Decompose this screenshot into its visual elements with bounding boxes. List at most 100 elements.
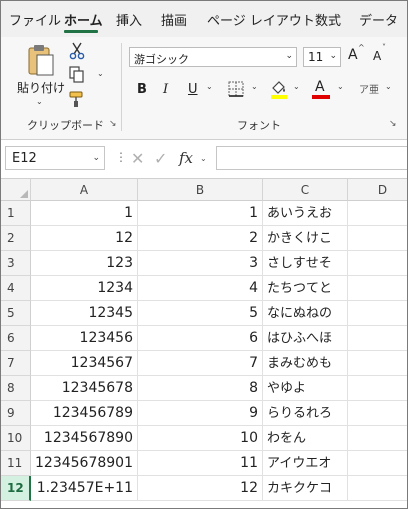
name-box[interactable]: E12 ⌄ xyxy=(5,146,105,170)
select-all-button[interactable] xyxy=(1,179,31,201)
more-options-icon[interactable]: ⋮ xyxy=(115,150,127,164)
cell-a[interactable]: 1 xyxy=(31,201,138,226)
cell-d[interactable] xyxy=(348,351,407,376)
cell-c[interactable]: やゆよ xyxy=(263,376,348,401)
cell-b[interactable]: 8 xyxy=(138,376,263,401)
cell-c[interactable]: まみむめも xyxy=(263,351,348,376)
cell-b[interactable]: 4 xyxy=(138,276,263,301)
cell-b[interactable]: 12 xyxy=(138,476,263,501)
row-header[interactable]: 8 xyxy=(1,376,31,401)
cell-c[interactable]: たちつてと xyxy=(263,276,348,301)
row-header[interactable]: 2 xyxy=(1,226,31,251)
cell-b[interactable]: 11 xyxy=(138,451,263,476)
cell-b[interactable]: 7 xyxy=(138,351,263,376)
column-header-c[interactable]: C xyxy=(263,179,348,201)
cell-a[interactable]: 12345678 xyxy=(31,376,138,401)
column-header-a[interactable]: A xyxy=(31,179,138,201)
cell-b[interactable]: 6 xyxy=(138,326,263,351)
cell-a[interactable]: 12 xyxy=(31,226,138,251)
formula-input[interactable] xyxy=(216,146,407,170)
copy-dropdown-icon[interactable]: ⌄ xyxy=(97,69,104,78)
cell-c[interactable]: はひふへほ xyxy=(263,326,348,351)
font-size-select[interactable]: 11 ⌄ xyxy=(303,47,341,67)
row-header[interactable]: 3 xyxy=(1,251,31,276)
tab-data[interactable]: データ xyxy=(359,10,398,29)
borders-dropdown-icon[interactable]: ⌄ xyxy=(251,82,258,91)
italic-button[interactable]: I xyxy=(163,82,168,97)
paste-button[interactable] xyxy=(23,43,57,77)
shrink-font-button[interactable]: A xyxy=(373,49,381,63)
column-header-d[interactable]: D xyxy=(348,179,407,201)
grow-font-button[interactable]: A xyxy=(348,47,358,63)
cell-b[interactable]: 10 xyxy=(138,426,263,451)
font-launcher-icon[interactable]: ↘ xyxy=(389,119,397,129)
cell-b[interactable]: 1 xyxy=(138,201,263,226)
cell-a[interactable]: 1234 xyxy=(31,276,138,301)
clipboard-launcher-icon[interactable]: ↘ xyxy=(109,119,117,129)
cut-button[interactable] xyxy=(67,41,87,61)
cell-c[interactable]: わをん xyxy=(263,426,348,451)
cell-a[interactable]: 123456 xyxy=(31,326,138,351)
column-header-b[interactable]: B xyxy=(138,179,263,201)
fill-color-button[interactable] xyxy=(269,79,289,99)
cell-b[interactable]: 5 xyxy=(138,301,263,326)
paste-dropdown-icon[interactable]: ⌄ xyxy=(36,97,43,106)
cell-c[interactable]: なにぬねの xyxy=(263,301,348,326)
phonetic-dropdown-icon[interactable]: ⌄ xyxy=(385,82,392,91)
cancel-icon[interactable]: ✕ xyxy=(131,149,144,168)
row-header[interactable]: 5 xyxy=(1,301,31,326)
insert-function-button[interactable]: fx xyxy=(179,149,193,167)
underline-dropdown-icon[interactable]: ⌄ xyxy=(206,82,213,91)
cell-c[interactable]: らりるれろ xyxy=(263,401,348,426)
row-header[interactable]: 9 xyxy=(1,401,31,426)
tab-insert[interactable]: 挿入 xyxy=(116,10,142,29)
cell-d[interactable] xyxy=(348,276,407,301)
fill-color-dropdown-icon[interactable]: ⌄ xyxy=(293,82,300,91)
row-header[interactable]: 4 xyxy=(1,276,31,301)
cell-d[interactable] xyxy=(348,401,407,426)
tab-formulas[interactable]: 数式 xyxy=(315,10,341,29)
cell-b[interactable]: 3 xyxy=(138,251,263,276)
cell-b[interactable]: 2 xyxy=(138,226,263,251)
copy-button[interactable] xyxy=(67,65,87,85)
cell-c[interactable]: さしすせそ xyxy=(263,251,348,276)
paste-label[interactable]: 貼り付け xyxy=(17,79,65,96)
cell-d[interactable] xyxy=(348,201,407,226)
row-header[interactable]: 11 xyxy=(1,451,31,476)
underline-button[interactable]: U xyxy=(188,82,198,97)
cell-c[interactable]: あいうえお xyxy=(263,201,348,226)
tab-draw[interactable]: 描画 xyxy=(161,10,187,29)
row-header[interactable]: 12 xyxy=(1,476,31,501)
font-color-button[interactable]: A xyxy=(311,79,331,99)
cell-b[interactable]: 9 xyxy=(138,401,263,426)
cell-d[interactable] xyxy=(348,326,407,351)
cell-d[interactable] xyxy=(348,226,407,251)
cell-a[interactable]: 1.23457E+11 xyxy=(31,476,138,501)
row-header[interactable]: 6 xyxy=(1,326,31,351)
tab-file[interactable]: ファイル xyxy=(9,10,61,29)
cell-a[interactable]: 12345678901 xyxy=(31,451,138,476)
cell-a[interactable]: 123 xyxy=(31,251,138,276)
row-header[interactable]: 10 xyxy=(1,426,31,451)
cell-a[interactable]: 12345 xyxy=(31,301,138,326)
cell-a[interactable]: 123456789 xyxy=(31,401,138,426)
cell-d[interactable] xyxy=(348,476,407,501)
cell-d[interactable] xyxy=(348,301,407,326)
tab-home[interactable]: ホーム xyxy=(64,10,103,29)
cell-a[interactable]: 1234567890 xyxy=(31,426,138,451)
cell-d[interactable] xyxy=(348,426,407,451)
cell-d[interactable] xyxy=(348,376,407,401)
cell-d[interactable] xyxy=(348,251,407,276)
cell-c[interactable]: かきくけこ xyxy=(263,226,348,251)
tab-page-layout[interactable]: ページ レイアウト xyxy=(207,10,315,29)
row-header[interactable]: 7 xyxy=(1,351,31,376)
font-name-select[interactable]: 游ゴシック ⌄ xyxy=(129,47,297,67)
borders-button[interactable] xyxy=(227,80,245,98)
cell-a[interactable]: 1234567 xyxy=(31,351,138,376)
row-header[interactable]: 1 xyxy=(1,201,31,226)
chevron-down-icon[interactable]: ⌄ xyxy=(200,154,207,163)
cell-c[interactable]: アイウエオ xyxy=(263,451,348,476)
cell-d[interactable] xyxy=(348,451,407,476)
enter-icon[interactable]: ✓ xyxy=(154,149,167,168)
font-color-dropdown-icon[interactable]: ⌄ xyxy=(337,82,344,91)
